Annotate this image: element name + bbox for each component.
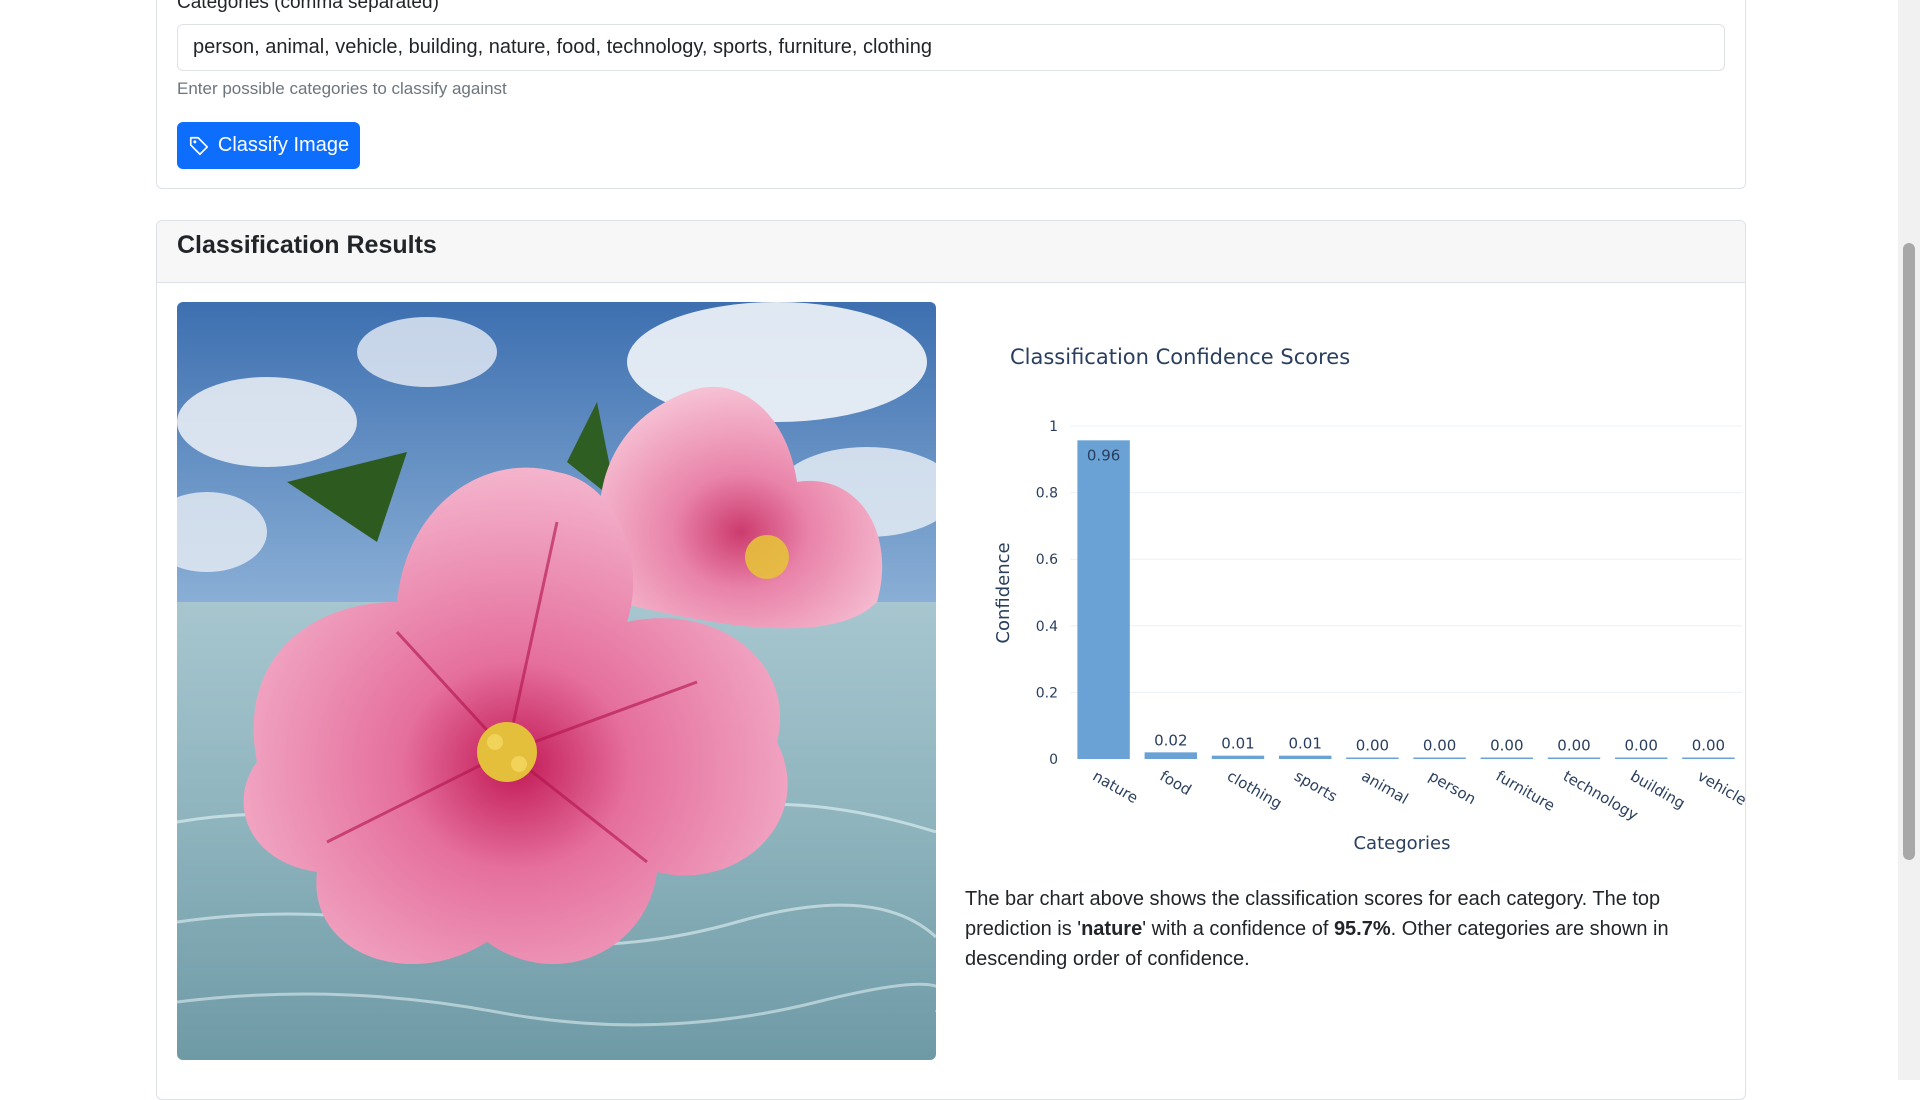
y-tick-label: 0.4 [1036, 619, 1058, 635]
x-axis-title: Categories [1353, 833, 1450, 854]
scrollbar-thumb[interactable] [1903, 243, 1915, 860]
hibiscus-photo [177, 302, 936, 1060]
confidence-chart: 0.96 0.02 0.01 0.01 0.00 0.00 0.00 0.00 0.00 0.00… [960, 302, 1746, 862]
classify-image-button[interactable]: Classify Image [177, 122, 360, 169]
bar-person[interactable] [1413, 757, 1466, 760]
top-category: nature [1081, 918, 1143, 940]
categories-input[interactable] [177, 24, 1725, 71]
page: Categories (comma separated) Enter possi… [0, 0, 1920, 1100]
x-tick-label: sports [1291, 767, 1340, 806]
x-tick-label: vehicle [1694, 767, 1746, 809]
y-tick-label: 0.6 [1036, 552, 1058, 568]
bar-food[interactable] [1144, 752, 1198, 759]
bar-value-label: 0.00 [1624, 737, 1657, 755]
classified-image [177, 302, 936, 1060]
bar-furniture[interactable] [1480, 757, 1534, 760]
bar-sports[interactable] [1278, 755, 1332, 759]
tag-icon [189, 136, 208, 155]
results-description: The bar chart above shows the classifica… [965, 884, 1725, 974]
x-tick-label: food [1157, 767, 1195, 799]
x-tick-label: nature [1090, 767, 1142, 807]
y-tick-label: 0.8 [1036, 486, 1058, 502]
x-tick-label: furniture [1493, 767, 1558, 815]
chart-title: Classification Confidence Scores [1010, 345, 1350, 369]
bar-value-label: 0.96 [1087, 446, 1120, 464]
bar-vehicle[interactable] [1682, 757, 1735, 760]
bar-value-label: 0.02 [1154, 731, 1187, 749]
y-axis-title: Confidence [993, 542, 1014, 643]
results-card-header: Classification Results [157, 221, 1745, 283]
x-tick-label: animal [1358, 767, 1411, 808]
bar-value-label: 0.00 [1356, 737, 1389, 755]
categories-help-text: Enter possible categories to classify ag… [177, 79, 507, 98]
bar-value-label: 0.00 [1423, 737, 1456, 755]
chart-svg: 0.96 0.02 0.01 0.01 0.00 0.00 0.00 0.00 0.00 0.00… [993, 345, 1746, 854]
y-tick-label: 1 [1049, 419, 1058, 435]
bar-value-label: 0.00 [1490, 737, 1523, 755]
bar-value-label: 0.00 [1692, 737, 1725, 755]
results-title: Classification Results [177, 231, 437, 259]
bar-value-label: 0.01 [1288, 735, 1321, 753]
description-mid: ' with a confidence of [1142, 918, 1334, 940]
x-tick-label: person [1426, 767, 1480, 808]
y-tick-label: 0 [1049, 752, 1058, 768]
categories-label: Categories (comma separated) [177, 0, 439, 13]
bar-animal[interactable] [1346, 757, 1399, 760]
bar-nature[interactable] [1077, 440, 1130, 759]
x-tick-label: clothing [1224, 767, 1285, 813]
bar-clothing[interactable] [1211, 755, 1265, 759]
bar-value-label: 0.00 [1557, 737, 1590, 755]
y-tick-label: 0.2 [1036, 685, 1058, 701]
top-confidence: 95.7% [1333, 918, 1391, 940]
bar-technology[interactable] [1547, 757, 1601, 760]
x-tick-label: technology [1560, 767, 1641, 824]
bar-building[interactable] [1614, 757, 1668, 760]
page-scrollbar[interactable] [1898, 0, 1920, 1080]
classify-button-label: Classify Image [217, 134, 350, 156]
bar-value-label: 0.01 [1221, 735, 1254, 753]
